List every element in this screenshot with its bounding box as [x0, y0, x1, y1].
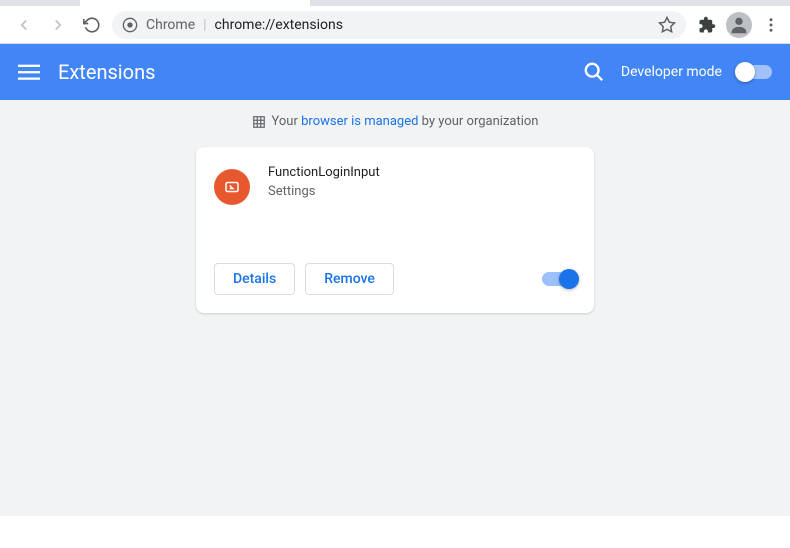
remove-button[interactable]: Remove [305, 263, 394, 295]
browser-tab-bar: Extensions × + [0, 0, 790, 6]
developer-mode-label: Developer mode [621, 64, 722, 80]
reload-button[interactable] [78, 11, 106, 39]
content-area: Your browser is managed by your organiza… [0, 100, 790, 516]
developer-mode-toggle[interactable] [738, 65, 772, 79]
extension-description: Settings [268, 184, 576, 199]
notice-prefix: Your [272, 114, 302, 129]
extension-enable-toggle[interactable] [542, 272, 576, 286]
search-icon[interactable] [583, 61, 605, 83]
browser-toolbar: Chrome | chrome://extensions [0, 6, 790, 44]
toolbar-right [692, 12, 780, 38]
details-button[interactable]: Details [214, 263, 295, 295]
browser-tab[interactable]: Extensions × [80, 0, 310, 6]
chrome-icon [122, 17, 138, 33]
extension-card: FunctionLoginInput Settings Details Remo… [196, 147, 594, 313]
extension-icon [214, 169, 250, 205]
header-right: Developer mode [583, 61, 772, 83]
extension-name: FunctionLoginInput [268, 165, 576, 180]
back-button[interactable] [10, 11, 38, 39]
managed-notice: Your browser is managed by your organiza… [0, 114, 790, 129]
bookmark-star-icon[interactable] [658, 16, 676, 34]
notice-suffix: by your organization [418, 114, 538, 129]
address-text: Chrome | chrome://extensions [146, 17, 650, 33]
menu-dots-icon[interactable] [762, 16, 780, 34]
notice-link[interactable]: browser is managed [301, 114, 418, 129]
profile-avatar[interactable] [726, 12, 752, 38]
window-controls [0, 0, 80, 6]
page-title: Extensions [58, 60, 583, 84]
extensions-header: Extensions Developer mode [0, 44, 790, 100]
hamburger-menu-icon[interactable] [18, 61, 40, 83]
extensions-puzzle-icon[interactable] [698, 16, 716, 34]
forward-button[interactable] [44, 11, 72, 39]
address-bar[interactable]: Chrome | chrome://extensions [112, 11, 686, 39]
building-icon [252, 115, 266, 129]
